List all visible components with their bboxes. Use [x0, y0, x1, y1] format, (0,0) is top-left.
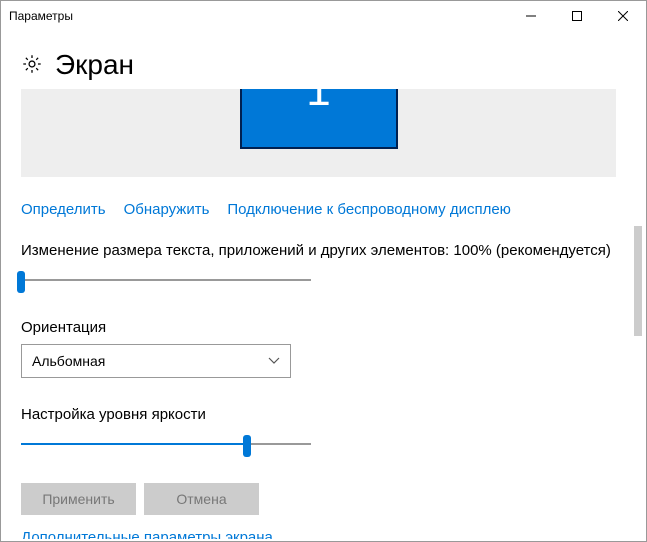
- cancel-button[interactable]: Отмена: [144, 483, 259, 515]
- chevron-down-icon: [268, 354, 280, 368]
- monitor-preview-area: 1: [21, 89, 616, 177]
- brightness-label: Настройка уровня яркости: [21, 406, 626, 423]
- window-controls: [508, 1, 646, 31]
- orientation-select[interactable]: Альбомная: [21, 344, 291, 378]
- slider-thumb[interactable]: [243, 435, 251, 457]
- orientation-value: Альбомная: [32, 353, 105, 369]
- content-area: Экран 1 Определить Обнаружить Подключени…: [1, 31, 646, 541]
- minimize-button[interactable]: [508, 1, 554, 31]
- scale-label: Изменение размера текста, приложений и д…: [21, 242, 626, 259]
- scrollbar-thumb[interactable]: [634, 226, 642, 336]
- advanced-display-link[interactable]: Дополнительные параметры экрана: [21, 529, 626, 539]
- orientation-label: Ориентация: [21, 319, 626, 336]
- close-button[interactable]: [600, 1, 646, 31]
- identify-link[interactable]: Определить: [21, 201, 106, 218]
- slider-fill: [21, 443, 247, 445]
- wireless-display-link[interactable]: Подключение к беспроводному дисплею: [227, 201, 511, 218]
- monitor-1[interactable]: 1: [240, 89, 398, 149]
- page-title: Экран: [55, 49, 134, 81]
- detect-link[interactable]: Обнаружить: [124, 201, 210, 218]
- brightness-slider[interactable]: [21, 431, 311, 459]
- titlebar: Параметры: [1, 1, 646, 31]
- scale-slider[interactable]: [21, 267, 311, 295]
- page-header: Экран: [21, 49, 626, 81]
- slider-track: [21, 279, 311, 281]
- apply-button[interactable]: Применить: [21, 483, 136, 515]
- maximize-button[interactable]: [554, 1, 600, 31]
- window-title: Параметры: [9, 9, 73, 23]
- display-links: Определить Обнаружить Подключение к бесп…: [21, 201, 626, 218]
- monitor-id-label: 1: [306, 89, 330, 108]
- gear-icon: [21, 53, 43, 78]
- scrollbar[interactable]: [634, 226, 644, 496]
- action-buttons: Применить Отмена: [21, 483, 626, 515]
- slider-thumb[interactable]: [17, 271, 25, 293]
